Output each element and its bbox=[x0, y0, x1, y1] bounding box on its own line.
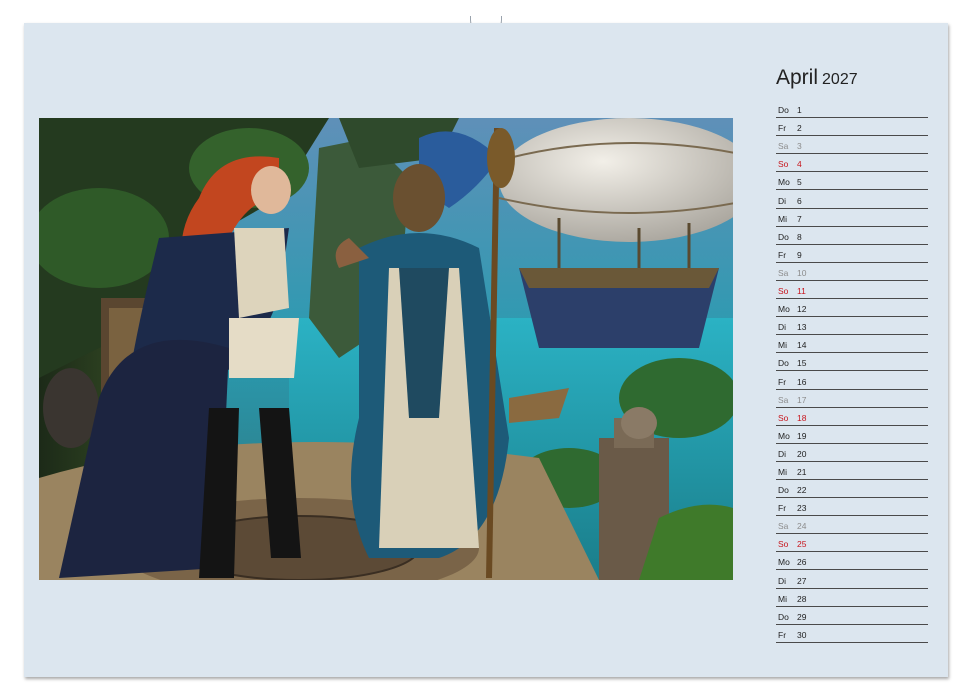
day-number: 30 bbox=[797, 629, 807, 640]
fantasy-illustration bbox=[39, 118, 733, 580]
weekday-label: Sa bbox=[778, 394, 789, 405]
day-row: Fr 16 bbox=[776, 371, 928, 390]
day-row: Mi 14 bbox=[776, 335, 928, 354]
day-row: Mi 21 bbox=[776, 462, 928, 480]
weekday-label: Sa bbox=[778, 141, 789, 152]
weekday-label: Fr bbox=[778, 629, 787, 640]
weekday-label: Do bbox=[778, 231, 789, 242]
day-number: 28 bbox=[797, 593, 807, 604]
day-row: Fr 30 bbox=[776, 625, 928, 643]
weekday-label: Do bbox=[778, 611, 789, 622]
day-number: 24 bbox=[797, 521, 807, 532]
day-row: Mo 19 bbox=[776, 426, 928, 444]
day-number: 18 bbox=[797, 412, 807, 423]
day-number: 20 bbox=[797, 448, 807, 459]
day-number: 25 bbox=[797, 539, 807, 550]
day-number: 8 bbox=[797, 231, 802, 242]
weekday-label: Do bbox=[778, 105, 789, 116]
weekday-label: Mo bbox=[778, 430, 790, 441]
day-number: 15 bbox=[797, 358, 807, 369]
day-row: Sa 3 bbox=[776, 136, 928, 155]
day-row: Fr 9 bbox=[776, 245, 928, 263]
month-title: April bbox=[776, 66, 819, 89]
weekday-label: Do bbox=[778, 358, 789, 369]
day-number: 2 bbox=[797, 123, 802, 134]
day-number: 13 bbox=[797, 322, 807, 333]
day-number: 21 bbox=[797, 466, 807, 477]
day-number: 12 bbox=[797, 304, 807, 315]
weekday-label: Mi bbox=[778, 466, 787, 477]
weekday-label: So bbox=[778, 159, 789, 170]
weekday-label: Di bbox=[778, 575, 787, 586]
weekday-label: So bbox=[778, 412, 789, 423]
day-number: 3 bbox=[797, 141, 802, 152]
year-label: 2027 bbox=[822, 71, 858, 88]
day-row: Di 13 bbox=[776, 317, 928, 336]
day-number: 23 bbox=[797, 503, 807, 514]
calendar-header: April 2027 bbox=[776, 66, 858, 90]
day-number: 10 bbox=[797, 267, 807, 278]
weekday-label: Di bbox=[778, 322, 787, 333]
day-number: 1 bbox=[797, 105, 802, 116]
weekday-label: Fr bbox=[778, 123, 787, 134]
day-row: Mo 12 bbox=[776, 299, 928, 318]
day-row: Mi 28 bbox=[776, 589, 928, 607]
weekday-label: Fr bbox=[778, 249, 787, 260]
day-row: So 18 bbox=[776, 408, 928, 426]
weekday-label: Mo bbox=[778, 177, 790, 188]
day-number: 16 bbox=[797, 376, 807, 387]
day-row: Fr 23 bbox=[776, 498, 928, 517]
day-row: Sa 24 bbox=[776, 516, 928, 535]
weekday-label: Fr bbox=[778, 376, 787, 387]
day-number: 27 bbox=[797, 575, 807, 586]
day-number: 19 bbox=[797, 430, 807, 441]
day-row: Do 29 bbox=[776, 607, 928, 625]
day-row: Sa 10 bbox=[776, 263, 928, 281]
weekday-label: Sa bbox=[778, 267, 789, 278]
day-number: 4 bbox=[797, 159, 802, 170]
weekday-label: Mi bbox=[778, 340, 787, 351]
day-row: Mo 5 bbox=[776, 172, 928, 191]
day-row: Mi 7 bbox=[776, 209, 928, 227]
day-row: So 4 bbox=[776, 154, 928, 173]
day-number: 5 bbox=[797, 177, 802, 188]
day-row: Di 27 bbox=[776, 570, 928, 589]
day-number: 6 bbox=[797, 195, 802, 206]
weekday-label: Mi bbox=[778, 213, 787, 224]
day-number: 11 bbox=[797, 286, 806, 297]
day-number: 26 bbox=[797, 557, 807, 568]
calendar-photo bbox=[39, 118, 733, 580]
day-number: 14 bbox=[797, 340, 807, 351]
day-number: 22 bbox=[797, 485, 807, 496]
day-row: Sa 17 bbox=[776, 390, 928, 408]
day-row: Di 6 bbox=[776, 190, 928, 209]
day-row: Mo 26 bbox=[776, 552, 928, 571]
weekday-label: So bbox=[778, 286, 789, 297]
day-list: Do 1 Fr 2 Sa 3 So 4 Mo 5 Di 6 Mi 7 Do 8 Fr 9 Sa 10 So 11 Mo 12 D… bbox=[776, 100, 928, 643]
day-row: Do 15 bbox=[776, 353, 928, 372]
weekday-label: Do bbox=[778, 485, 789, 496]
weekday-label: Di bbox=[778, 448, 787, 459]
day-number: 17 bbox=[797, 394, 807, 405]
day-number: 29 bbox=[797, 611, 807, 622]
day-number: 7 bbox=[797, 213, 802, 224]
weekday-label: So bbox=[778, 539, 789, 550]
day-row: So 11 bbox=[776, 281, 928, 300]
day-row: Do 1 bbox=[776, 100, 928, 119]
day-number: 9 bbox=[797, 249, 802, 260]
weekday-label: Mo bbox=[778, 557, 790, 568]
weekday-label: Mi bbox=[778, 593, 787, 604]
weekday-label: Mo bbox=[778, 304, 790, 315]
day-row: So 25 bbox=[776, 534, 928, 553]
day-row: Fr 2 bbox=[776, 118, 928, 137]
day-row: Do 22 bbox=[776, 480, 928, 499]
weekday-label: Di bbox=[778, 195, 787, 206]
day-row: Di 20 bbox=[776, 444, 928, 462]
weekday-label: Sa bbox=[778, 521, 789, 532]
weekday-label: Fr bbox=[778, 503, 787, 514]
day-row: Do 8 bbox=[776, 227, 928, 245]
